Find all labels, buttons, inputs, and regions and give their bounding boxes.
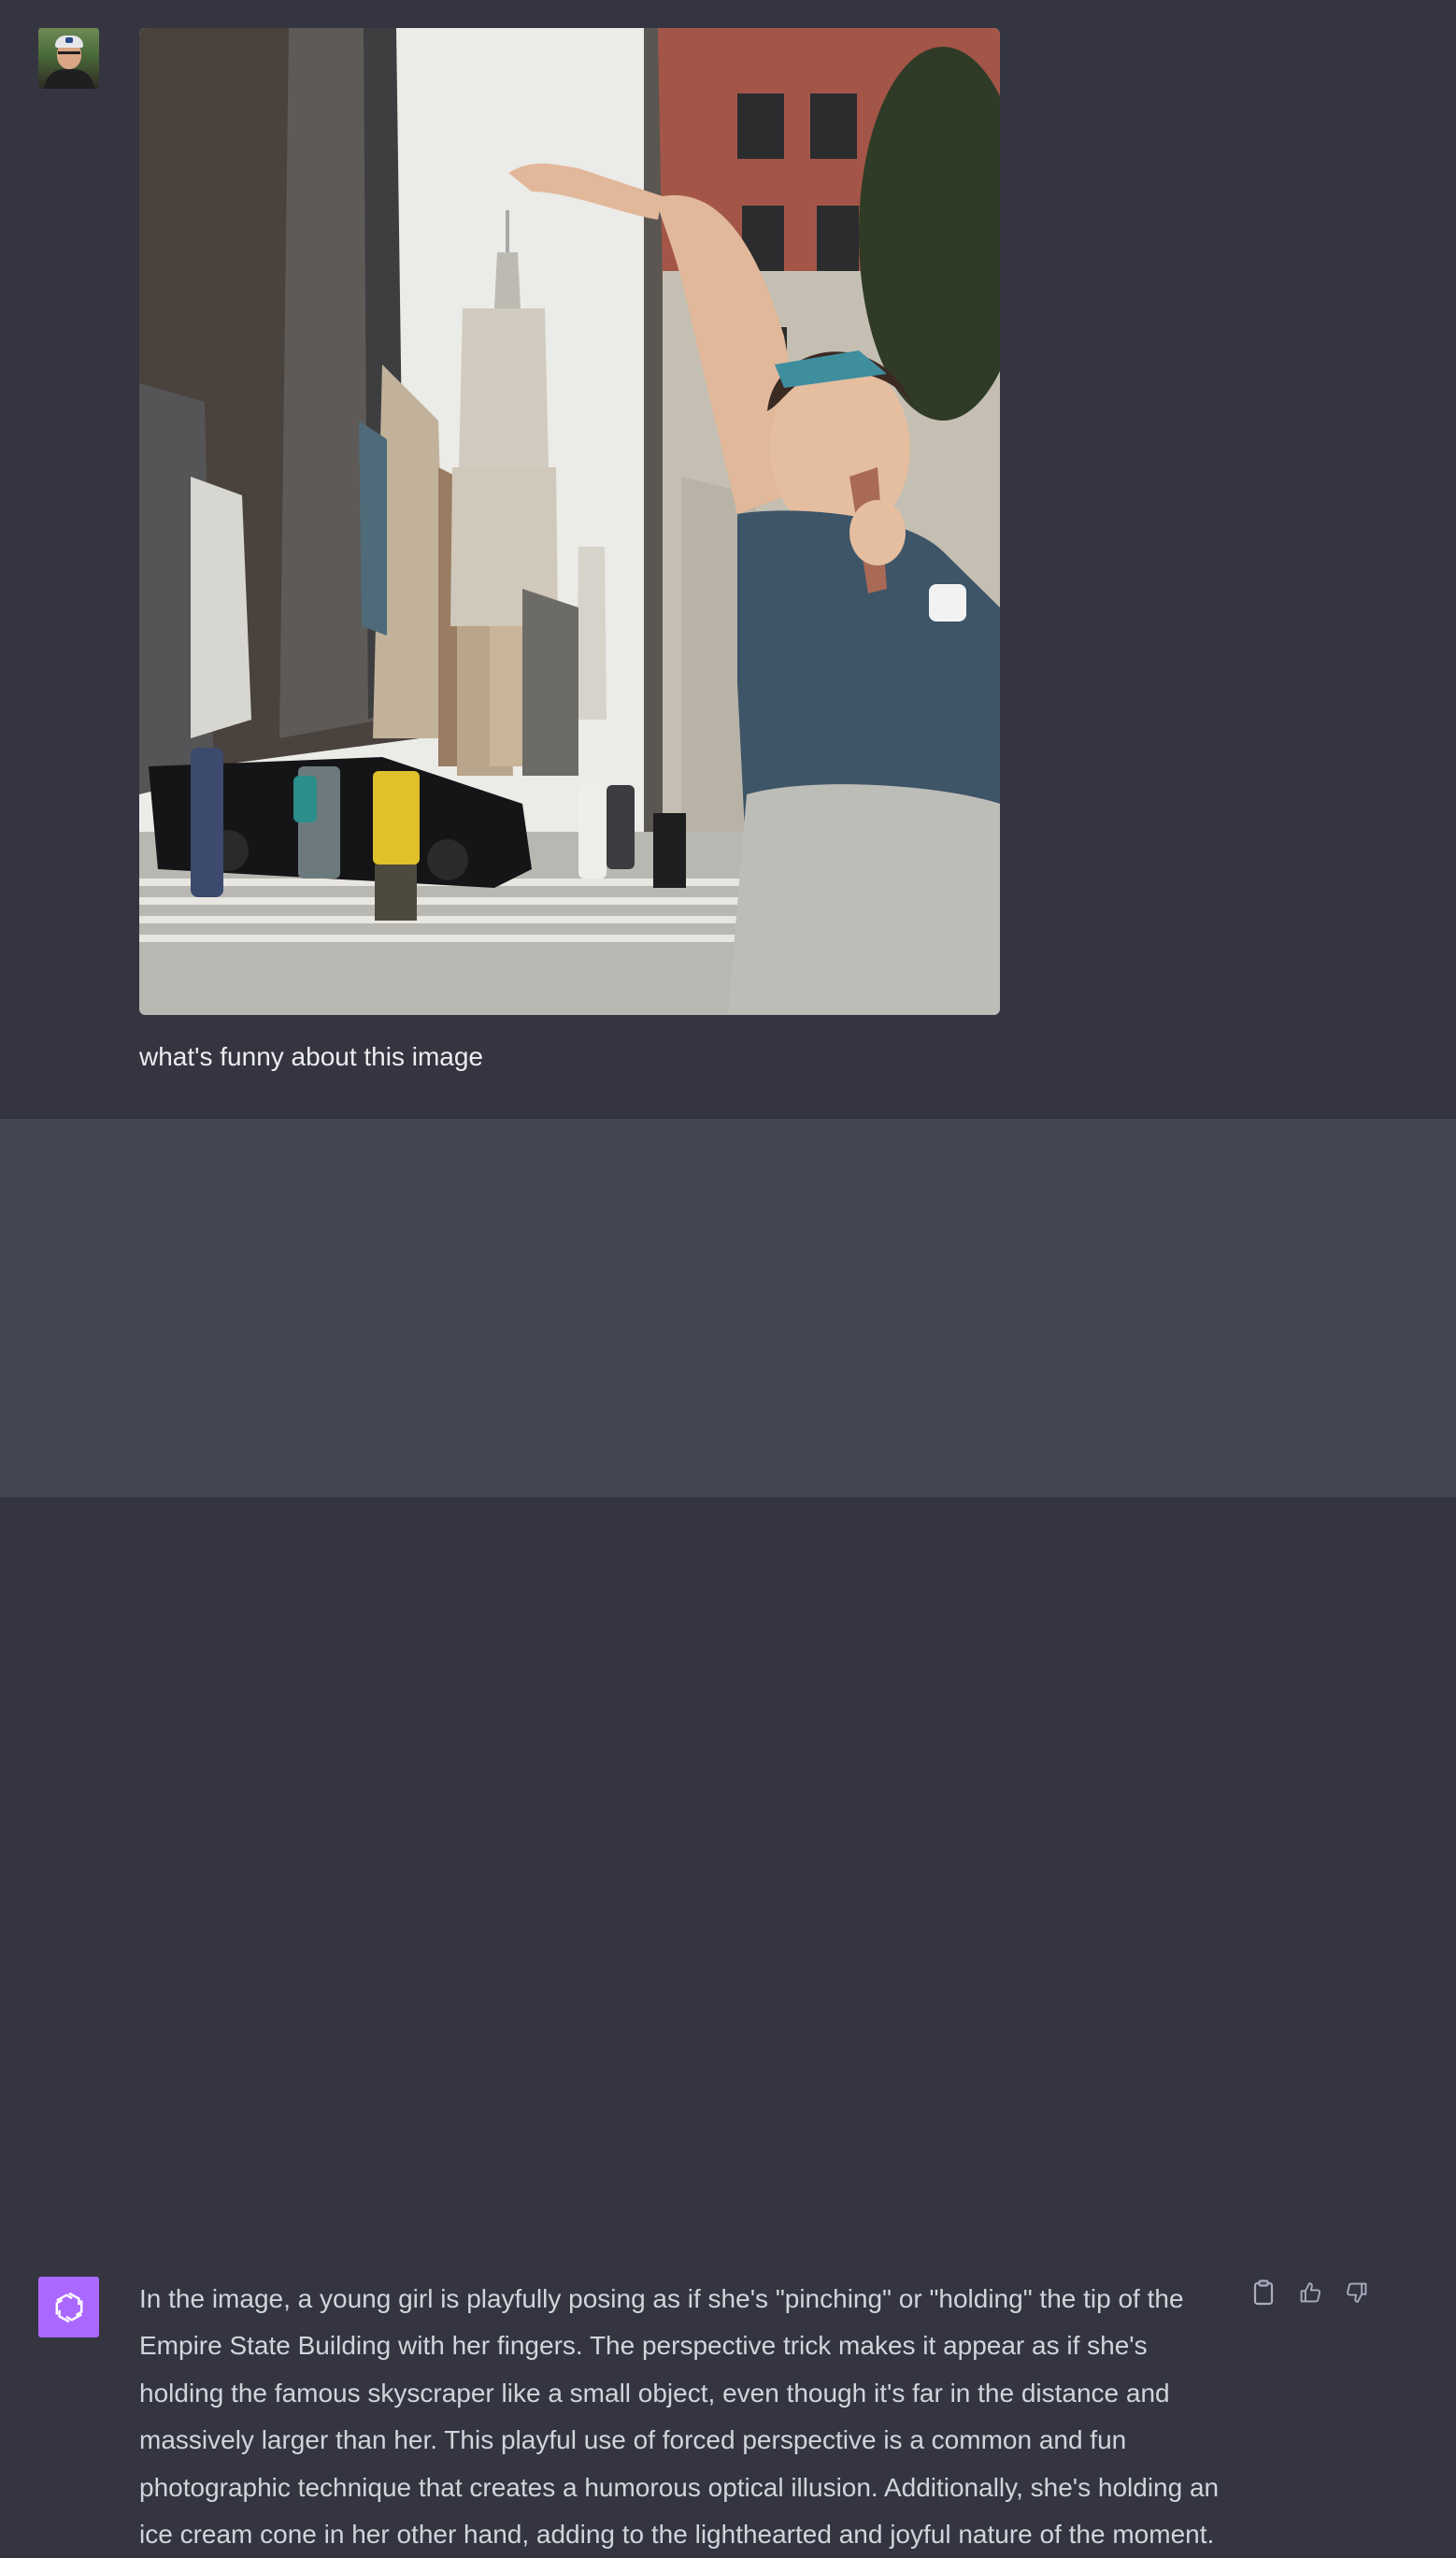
copy-button[interactable] [1252, 2279, 1275, 2307]
photo-illustration [139, 28, 1000, 1015]
assistant-avatar [38, 2277, 99, 2337]
thumbs-down-icon [1347, 2282, 1367, 2303]
thumbs-up-icon [1300, 2282, 1320, 2303]
uploaded-photo[interactable] [139, 28, 1000, 1015]
user-prompt-text: what's funny about this image [139, 1042, 484, 1071]
clipboard-icon [1253, 2279, 1274, 2306]
user-message: what's funny about this image [0, 0, 1456, 1119]
assistant-response-text: In the image, a young girl is playfully … [139, 2284, 1220, 2550]
user-avatar [38, 28, 99, 89]
assistant-message: In the image, a young girl is playfully … [0, 1119, 1456, 2549]
message-actions [1252, 2279, 1368, 2307]
thumbs-down-button[interactable] [1346, 2279, 1368, 2307]
thumbs-up-button[interactable] [1299, 2279, 1321, 2307]
openai-logo-icon [55, 2292, 82, 2322]
